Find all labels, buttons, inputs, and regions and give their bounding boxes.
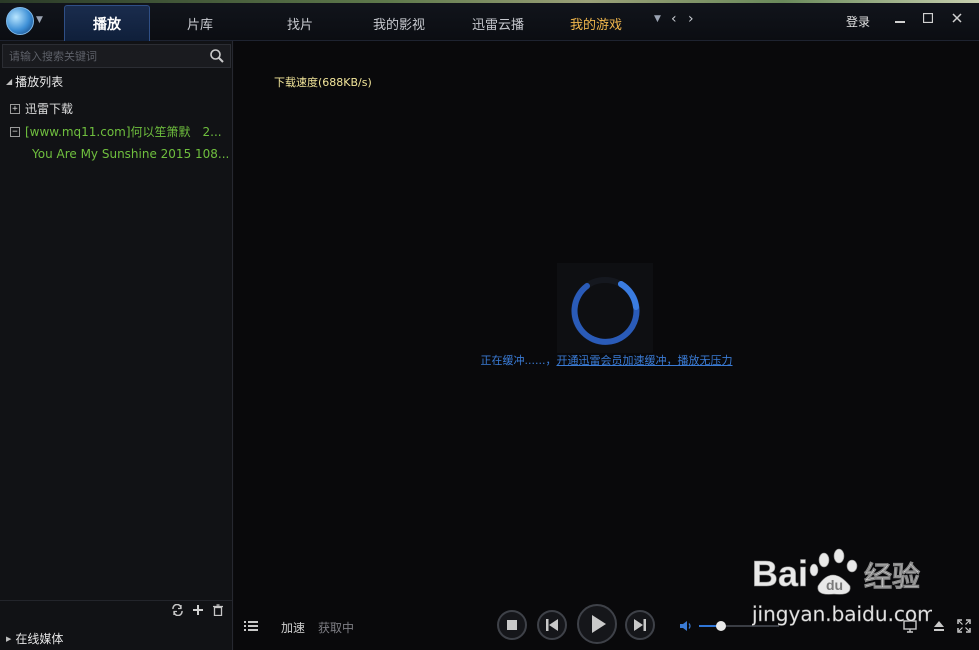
- app-logo-icon[interactable]: [6, 7, 34, 35]
- expand-caret-icon: ▶: [6, 634, 12, 643]
- search-box: [2, 44, 231, 68]
- play-icon: [592, 615, 606, 633]
- main-tabs: 播放 片库 找片 我的影视 迅雷云播 我的游戏: [64, 5, 644, 41]
- list-item-label: [www.mq11.com]何以笙箫默 2...: [25, 125, 222, 139]
- tab-play[interactable]: 播放: [64, 5, 150, 41]
- playlist-file[interactable]: You Are My Sunshine 2015 108...: [32, 147, 229, 161]
- next-icon: [634, 619, 646, 631]
- minimize-icon[interactable]: [893, 11, 907, 25]
- title-bar: ▼ 播放 片库 找片 我的影视 迅雷云播 我的游戏 ▼ ‹ › 登录: [0, 0, 979, 41]
- close-icon[interactable]: [950, 11, 964, 25]
- stop-button[interactable]: [497, 610, 527, 640]
- previous-button[interactable]: [537, 610, 567, 640]
- baidu-watermark: Bai du 经验 jingyan.baidu.com: [751, 544, 937, 632]
- divider: [0, 600, 232, 601]
- tab-my-videos[interactable]: 我的影视: [350, 5, 448, 41]
- baidu-paw-logo-icon: Bai du 经验 jingyan.baidu.com: [751, 548, 937, 626]
- playlist-header[interactable]: ◢ 播放列表: [6, 73, 63, 90]
- accelerate-button[interactable]: 加速: [281, 619, 305, 636]
- watermark-url: jingyan.baidu.com: [752, 602, 932, 626]
- login-button[interactable]: 登录: [846, 13, 870, 30]
- volume-handle[interactable]: [715, 621, 726, 631]
- buffer-status: 正在缓冲......，: [480, 354, 557, 367]
- previous-icon: [546, 619, 558, 631]
- maximize-icon[interactable]: [921, 11, 935, 25]
- search-input[interactable]: [9, 48, 205, 64]
- search-icon[interactable]: [209, 48, 225, 64]
- collapse-caret-icon: ◢: [6, 77, 13, 86]
- eject-icon[interactable]: [931, 618, 947, 634]
- tab-my-games[interactable]: 我的游戏: [548, 5, 644, 41]
- watermark-brand-du: du: [826, 577, 843, 593]
- watermark-suffix: 经验: [864, 560, 920, 593]
- tab-cloud-play[interactable]: 迅雷云播: [448, 5, 548, 41]
- more-tabs-icon[interactable]: ▼: [654, 14, 661, 24]
- tab-prev-icon[interactable]: ‹: [671, 11, 677, 27]
- collapse-minus-icon[interactable]: −: [10, 126, 20, 137]
- buffer-message: 正在缓冲......，开通迅雷会员加速缓冲，播放无压力: [234, 352, 979, 368]
- trash-icon[interactable]: [211, 603, 225, 617]
- stop-icon: [507, 620, 517, 630]
- tab-find[interactable]: 找片: [250, 5, 350, 41]
- add-icon[interactable]: [191, 603, 205, 617]
- online-media-label: 在线媒体: [15, 632, 64, 646]
- playlist-sidebar: ◢ 播放列表 + 迅雷下载 − [www.mq11.com]何以笙箫默 2...…: [0, 41, 233, 650]
- playlist-title: 播放列表: [15, 75, 64, 89]
- list-item-label: 迅雷下载: [25, 102, 74, 116]
- next-button[interactable]: [625, 610, 655, 640]
- loop-icon[interactable]: [170, 603, 184, 617]
- expand-plus-icon[interactable]: +: [10, 103, 20, 114]
- list-item[interactable]: − [www.mq11.com]何以笙箫默 2...: [10, 123, 222, 140]
- buffering-spinner: [557, 263, 653, 353]
- list-item[interactable]: + 迅雷下载: [10, 100, 73, 117]
- fetching-status: 获取中: [318, 621, 355, 635]
- vip-accelerate-link[interactable]: 开通迅雷会员加速缓冲，播放无压力: [556, 354, 732, 367]
- online-media-section[interactable]: ▶ 在线媒体: [6, 630, 63, 647]
- watermark-brand: Bai: [752, 553, 808, 594]
- volume-icon[interactable]: [679, 619, 693, 633]
- fullscreen-icon[interactable]: [956, 618, 972, 634]
- playlist-toggle-icon[interactable]: [243, 619, 259, 633]
- play-button[interactable]: [577, 604, 617, 644]
- tab-library[interactable]: 片库: [150, 5, 250, 41]
- skin-strip: [0, 0, 979, 3]
- tab-next-icon[interactable]: ›: [688, 11, 694, 27]
- loading-spinner-icon: [571, 277, 640, 345]
- menu-dropdown-icon[interactable]: ▼: [36, 15, 43, 25]
- download-speed: 下载速度(688KB/s): [274, 76, 372, 89]
